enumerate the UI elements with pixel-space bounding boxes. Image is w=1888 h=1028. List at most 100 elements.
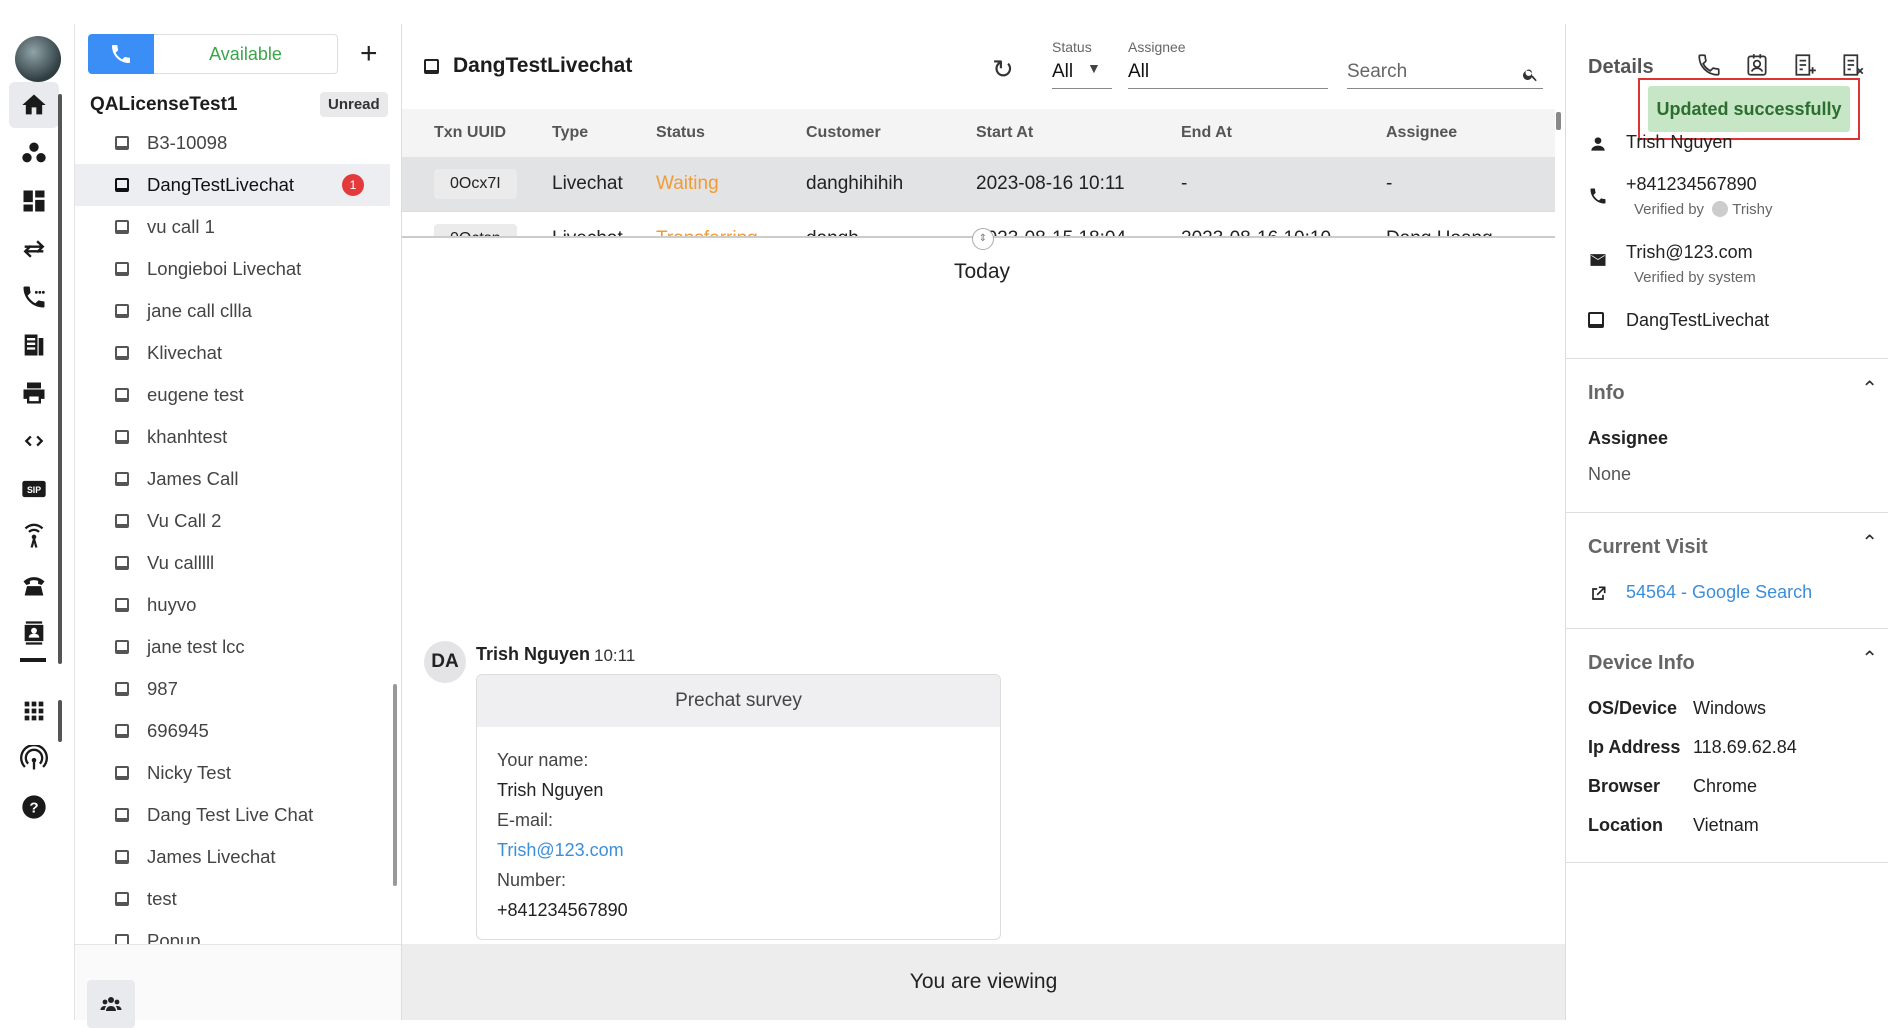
code-icon[interactable] bbox=[9, 418, 59, 464]
search-input[interactable]: Search bbox=[1347, 61, 1407, 83]
contact-phone: +841234567890 bbox=[1626, 174, 1757, 194]
column-header[interactable]: Status bbox=[656, 124, 806, 142]
refresh-icon[interactable]: ↻ bbox=[992, 54, 1014, 85]
user-avatar[interactable] bbox=[15, 36, 61, 82]
reports-icon[interactable] bbox=[9, 322, 59, 368]
apps-icon[interactable] bbox=[9, 688, 59, 734]
phone-icon[interactable] bbox=[9, 562, 59, 608]
details-panel: Details Updated successfully Trish Nguye… bbox=[1565, 24, 1888, 1020]
conversation-label: Dang Test Live Chat bbox=[147, 804, 314, 825]
conversation-item[interactable]: Dang Test Live Chat bbox=[75, 794, 400, 836]
call-button[interactable] bbox=[88, 34, 154, 74]
sidebar-footer bbox=[75, 944, 401, 1028]
conversation-label: James Livechat bbox=[147, 846, 276, 867]
search-icon[interactable] bbox=[1522, 66, 1539, 88]
column-header[interactable]: Assignee bbox=[1386, 124, 1555, 142]
section-divider bbox=[1566, 512, 1888, 513]
conversation-item[interactable]: Popup bbox=[75, 920, 400, 944]
assignee-filter-input[interactable]: All bbox=[1128, 61, 1149, 83]
conversation-item[interactable]: Vu Call 2 bbox=[75, 500, 400, 542]
sender-avatar: DA bbox=[424, 641, 466, 683]
chevron-up-icon[interactable]: ⌃ bbox=[1861, 530, 1878, 555]
transaction-table-header: Txn UUID Type Status Customer Start At E… bbox=[402, 109, 1555, 157]
device-info-title[interactable]: Device Info bbox=[1588, 652, 1695, 675]
sip-icon[interactable]: SIP bbox=[9, 466, 59, 512]
conversation-item[interactable]: jane call cllla bbox=[75, 290, 400, 332]
home-icon[interactable] bbox=[9, 82, 59, 128]
column-header[interactable]: Type bbox=[552, 124, 656, 142]
message-time: 10:11 bbox=[594, 646, 636, 665]
table-cell: Dang Hoang bbox=[1386, 228, 1555, 236]
inbox-icon bbox=[115, 850, 129, 864]
column-header[interactable]: Start At bbox=[976, 124, 1181, 142]
conversation-item[interactable]: Vu calllll bbox=[75, 542, 400, 584]
status-filter-select[interactable]: All bbox=[1052, 61, 1073, 83]
conversation-item[interactable]: B3-10098 bbox=[75, 122, 400, 164]
txn-uuid-chip: 0Octsn bbox=[434, 224, 517, 236]
contact-phone-row: +841234567890 Verified by Trishy bbox=[1588, 174, 1773, 218]
conversation-item[interactable]: vu call 1 bbox=[75, 206, 400, 248]
table-row[interactable]: 0Ocx7I Livechat Waiting danghihihih 2023… bbox=[402, 157, 1555, 212]
conversation-item[interactable]: Longieboi Livechat bbox=[75, 248, 400, 290]
conversation-item[interactable]: Klivechat bbox=[75, 332, 400, 374]
column-header[interactable]: Customer bbox=[806, 124, 976, 142]
conversation-item[interactable]: James Call bbox=[75, 458, 400, 500]
inbox-icon bbox=[115, 598, 129, 612]
help-icon[interactable]: ? bbox=[9, 784, 59, 830]
resize-handle-icon[interactable]: ⇕ bbox=[972, 228, 994, 250]
conversation-label: khanhtest bbox=[147, 426, 228, 447]
close-note-icon[interactable] bbox=[1840, 52, 1866, 78]
call-log-icon[interactable] bbox=[9, 274, 59, 320]
date-divider: Today bbox=[942, 256, 1023, 288]
groups-icon[interactable] bbox=[9, 130, 59, 176]
add-conversation-button[interactable]: + bbox=[360, 39, 378, 69]
agent-status-bar: Available + bbox=[88, 34, 388, 74]
assignee-value: None bbox=[1588, 464, 1632, 484]
fax-icon[interactable] bbox=[9, 370, 59, 416]
wireless-icon[interactable] bbox=[9, 736, 59, 782]
rail-scrollbar-thumb[interactable] bbox=[58, 700, 62, 742]
conversation-label: 696945 bbox=[147, 720, 209, 741]
conversation-list-scrollbar[interactable] bbox=[393, 684, 397, 886]
inbox-icon bbox=[115, 178, 129, 192]
conversation-item[interactable]: test bbox=[75, 878, 400, 920]
contacts-icon[interactable] bbox=[9, 610, 59, 656]
team-button[interactable] bbox=[87, 980, 135, 1028]
inbox-icon bbox=[115, 430, 129, 444]
conversation-item[interactable]: jane test lcc bbox=[75, 626, 400, 668]
conversation-item[interactable]: Nicky Test bbox=[75, 752, 400, 794]
transfer-icon[interactable] bbox=[9, 226, 59, 272]
rail-scrollbar[interactable] bbox=[58, 94, 62, 664]
chevron-up-icon[interactable]: ⌃ bbox=[1861, 646, 1878, 671]
unread-filter-button[interactable]: Unread bbox=[320, 92, 388, 117]
call-icon[interactable] bbox=[1696, 52, 1722, 78]
icon-rail: SIP ? bbox=[0, 24, 75, 1020]
conversation-label: vu call 1 bbox=[147, 216, 215, 237]
conversation-item[interactable]: 696945 bbox=[75, 710, 400, 752]
conversation-item[interactable]: James Livechat bbox=[75, 836, 400, 878]
dashboard-icon[interactable] bbox=[9, 178, 59, 224]
column-header[interactable]: Txn UUID bbox=[402, 124, 552, 142]
conversation-item[interactable]: eugene test bbox=[75, 374, 400, 416]
visit-link[interactable]: 54564 - Google Search bbox=[1626, 582, 1812, 603]
inbox-icon bbox=[115, 724, 129, 738]
availability-status[interactable]: Available bbox=[154, 34, 338, 74]
conversation-label: Vu Call 2 bbox=[147, 510, 222, 531]
current-visit-title[interactable]: Current Visit bbox=[1588, 536, 1708, 559]
chevron-up-icon[interactable]: ⌃ bbox=[1861, 376, 1878, 401]
conversation-item[interactable]: DangTestLivechat 1 bbox=[75, 164, 390, 206]
info-section-title[interactable]: Info bbox=[1588, 382, 1625, 405]
visit-link-row: 54564 - Google Search bbox=[1588, 582, 1812, 604]
column-header[interactable]: End At bbox=[1181, 124, 1386, 142]
table-scrollbar[interactable] bbox=[1556, 112, 1561, 130]
conversation-item[interactable]: khanhtest bbox=[75, 416, 400, 458]
conversation-item[interactable]: 987 bbox=[75, 668, 400, 710]
contact-card-icon[interactable] bbox=[1744, 52, 1770, 78]
chevron-down-icon[interactable]: ▼ bbox=[1087, 60, 1101, 76]
section-divider bbox=[1566, 358, 1888, 359]
add-note-icon[interactable] bbox=[1792, 52, 1818, 78]
contact-name: Trish Nguyen bbox=[1626, 132, 1733, 152]
broadcast-icon[interactable] bbox=[9, 514, 59, 560]
conversation-item[interactable]: huyvo bbox=[75, 584, 400, 626]
survey-email-link[interactable]: Trish@123.com bbox=[497, 835, 980, 865]
